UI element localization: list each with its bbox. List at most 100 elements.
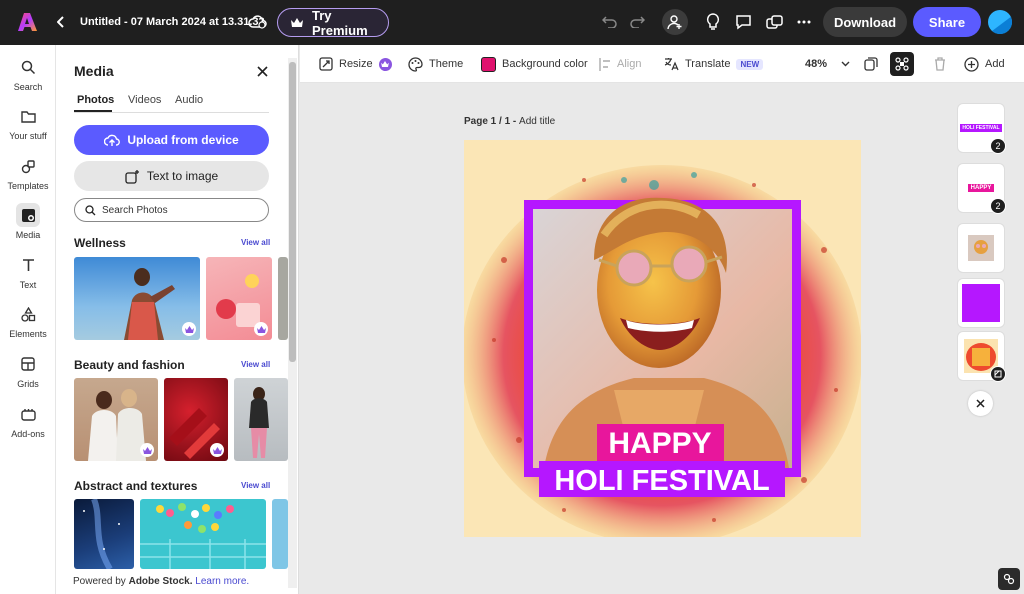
view-all-beauty-fashion-link[interactable]: View all	[241, 360, 270, 369]
rail-item-text[interactable]: Text	[0, 253, 56, 299]
section-title-abstract-textures: Abstract and textures	[74, 479, 198, 493]
search-photos-field[interactable]: Search Photos	[74, 198, 269, 222]
rail-item-your-stuff[interactable]: Your stuff	[0, 104, 56, 150]
help-chat-icon[interactable]	[998, 568, 1020, 590]
zoom-value: 48%	[805, 58, 828, 70]
headline-holi-festival[interactable]: HOLI FESTIVAL	[554, 465, 769, 497]
rail-item-addons[interactable]: Add-ons	[0, 402, 56, 448]
add-title-link[interactable]: Add title	[519, 116, 555, 127]
share-button[interactable]: Share	[913, 7, 981, 37]
text-icon	[16, 253, 40, 277]
tab-photos[interactable]: Photos	[77, 94, 114, 106]
duplicate-page-icon[interactable]	[862, 55, 880, 73]
translate-label: Translate	[685, 58, 731, 70]
redo-icon[interactable]	[628, 13, 646, 31]
rail-item-elements[interactable]: Elements	[0, 302, 56, 348]
undo-icon[interactable]	[601, 13, 619, 31]
left-rail: Search Your stuff Templates Media Text E…	[0, 45, 56, 594]
layer-thumbnail-frame[interactable]	[958, 279, 1004, 327]
download-button[interactable]: Download	[823, 7, 907, 37]
photo-thumbnail[interactable]	[206, 257, 272, 340]
new-badge: NEW	[736, 58, 764, 70]
layer-thumbnail-happy[interactable]: HAPPY 2	[958, 164, 1006, 214]
rail-label-addons: Add-ons	[11, 429, 45, 439]
rail-item-search[interactable]: Search	[0, 55, 56, 101]
headline-happy[interactable]: HAPPY	[608, 427, 711, 460]
learn-more-link[interactable]: Learn more.	[195, 576, 249, 587]
media-panel: Media Photos Videos Audio Upload from de…	[56, 45, 299, 594]
tab-audio[interactable]: Audio	[175, 94, 203, 106]
layer-thumbnail-holi-festival[interactable]: HOLI FESTIVAL 2	[958, 104, 1006, 154]
cloud-upload-icon	[104, 134, 121, 147]
premium-crown-icon	[140, 443, 154, 457]
elements-icon	[16, 302, 40, 326]
share-link-icon[interactable]	[764, 12, 784, 32]
translate-button[interactable]: Translate NEW	[664, 45, 764, 83]
close-layers-icon[interactable]	[968, 391, 993, 416]
avatar[interactable]	[988, 10, 1012, 34]
layer-thumb-text: HAPPY	[967, 184, 995, 192]
try-premium-button[interactable]: Try Premium	[277, 7, 389, 38]
view-all-abstract-textures-link[interactable]: View all	[241, 481, 270, 490]
try-premium-label: Try Premium	[312, 7, 368, 38]
layer-thumbnail-photo[interactable]	[958, 224, 1004, 272]
layer-thumbnail-background[interactable]	[958, 332, 1006, 382]
cloud-sync-icon[interactable]	[248, 12, 268, 32]
trash-icon[interactable]	[931, 55, 949, 73]
rail-label-search: Search	[13, 82, 43, 92]
stack-icon	[990, 366, 1006, 382]
scrollbar-thumb[interactable]	[289, 62, 296, 362]
rail-label-grids: Grids	[17, 379, 39, 389]
view-all-wellness-link[interactable]: View all	[241, 238, 270, 247]
rail-label-templates: Templates	[7, 181, 49, 191]
photo-thumbnail[interactable]	[74, 257, 200, 340]
rail-item-templates[interactable]: Templates	[0, 154, 56, 200]
tab-videos[interactable]: Videos	[128, 94, 161, 106]
rail-item-grids[interactable]: Grids	[0, 352, 56, 398]
rail-label-media: Media	[15, 230, 41, 240]
photo-thumbnail[interactable]	[164, 378, 228, 461]
premium-crown-icon	[182, 322, 196, 336]
translate-icon	[664, 57, 679, 71]
align-button[interactable]: Align	[599, 45, 641, 83]
back-icon[interactable]	[54, 14, 68, 30]
tab-active-indicator	[74, 110, 112, 112]
design-canvas[interactable]: HAPPY HOLI FESTIVAL	[464, 140, 861, 537]
layer-thumb-text: HOLI FESTIVAL	[960, 124, 1002, 132]
text-to-image-button[interactable]: Text to image	[74, 161, 269, 191]
photo-thumbnail[interactable]	[234, 378, 288, 461]
background-color-button[interactable]: Background color	[481, 45, 588, 83]
more-options-icon[interactable]	[794, 12, 814, 32]
photo-thumbnail[interactable]	[278, 257, 288, 340]
grid-view-icon[interactable]	[890, 52, 914, 76]
photo-thumbnail[interactable]	[140, 499, 266, 569]
premium-crown-icon	[210, 443, 224, 457]
photo-thumbnail[interactable]	[74, 378, 158, 461]
add-label: Add	[985, 58, 1005, 70]
comment-icon[interactable]	[733, 12, 753, 32]
adobe-express-logo[interactable]	[16, 11, 38, 33]
premium-crown-icon	[378, 57, 392, 71]
zoom-dropdown[interactable]: 48%	[805, 45, 850, 83]
close-icon[interactable]	[254, 63, 270, 79]
sparkle-image-icon	[125, 169, 140, 184]
photo-thumbnail[interactable]	[74, 499, 134, 569]
media-icon	[16, 203, 40, 227]
templates-icon	[16, 154, 40, 178]
addons-icon	[16, 402, 40, 426]
lightbulb-icon[interactable]	[703, 12, 723, 32]
upload-from-device-button[interactable]: Upload from device	[74, 125, 269, 155]
photo-thumbnail[interactable]	[272, 499, 288, 569]
grids-icon	[16, 352, 40, 376]
panel-scrollbar[interactable]	[288, 58, 297, 588]
resize-button[interactable]: Resize	[319, 45, 392, 83]
search-icon	[16, 55, 40, 79]
rail-item-media[interactable]: Media	[0, 203, 56, 249]
document-title[interactable]: Untitled - 07 March 2024 at 13.31.32	[80, 16, 265, 28]
theme-button[interactable]: Theme	[408, 45, 463, 83]
section-title-wellness: Wellness	[74, 236, 126, 250]
palette-icon	[408, 56, 423, 72]
invite-user-icon[interactable]	[662, 9, 688, 35]
adobe-stock-footer: Powered by Adobe Stock. Learn more.	[73, 576, 249, 587]
add-page-button[interactable]: Add	[964, 45, 1005, 83]
